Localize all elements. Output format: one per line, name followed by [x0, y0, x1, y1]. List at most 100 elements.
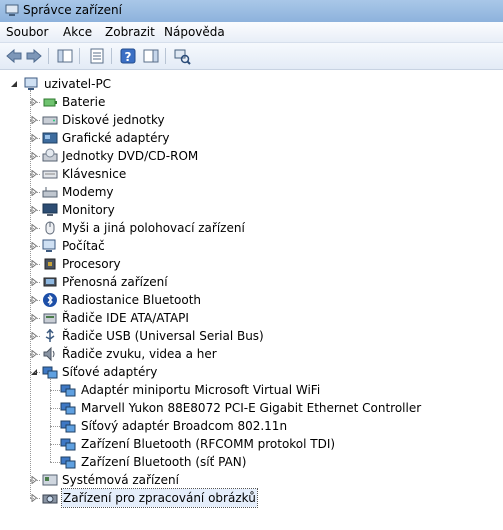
device-tree[interactable]: uzivatel-PC Baterie Diskové jednotky Grafic…: [0, 70, 503, 530]
network-adapter-icon: [60, 420, 76, 433]
display-adapter-icon: [42, 132, 58, 144]
computer-icon: [24, 77, 38, 90]
network-adapter-icon: [60, 384, 76, 397]
tree-connector: [30, 282, 40, 283]
scan-hardware-icon[interactable]: [173, 47, 191, 65]
tree-item-category[interactable]: Řadiče IDE ATA/ATAPI: [0, 309, 503, 327]
tree-item-label: Baterie: [62, 95, 106, 109]
tree-item-label: Grafické adaptéry: [62, 131, 170, 145]
tree-item-label: Radiostanice Bluetooth: [62, 293, 202, 307]
network-adapter-icon: [60, 402, 76, 415]
show-hide-console-tree-icon[interactable]: [56, 47, 74, 65]
tree-connector: [30, 192, 40, 193]
keyboard-icon: [42, 170, 58, 179]
processor-icon: [44, 258, 56, 270]
tree-item-label: Adaptér miniportu Microsoft Virtual WiFi: [81, 383, 321, 397]
tree-item-category[interactable]: Přenosná zařízení: [0, 273, 503, 291]
tree-item-label: Přenosná zařízení: [62, 275, 168, 289]
tree-item-category[interactable]: Jednotky DVD/CD-ROM: [0, 147, 503, 165]
tree-item-label: uzivatel-PC: [44, 77, 112, 91]
tree-connector: [30, 336, 40, 337]
tree-item-category[interactable]: Diskové jednotky: [0, 111, 503, 129]
tree-item-label: Počítač: [62, 239, 105, 253]
tree-connector: [50, 426, 60, 427]
tree-item-label: Klávesnice: [62, 167, 127, 181]
tree-connector: [30, 318, 40, 319]
tree-item-category[interactable]: Radiostanice Bluetooth: [0, 291, 503, 309]
tree-item-category[interactable]: Systémová zařízení: [0, 471, 503, 489]
tree-item-label: Zařízení pro zpracování obrázků: [61, 488, 258, 508]
modem-icon: [42, 187, 58, 198]
tree-item-category[interactable]: Procesory: [0, 255, 503, 273]
system-device-icon: [42, 474, 58, 486]
tree-item-device[interactable]: Síťový adaptér Broadcom 802.11n: [0, 417, 503, 435]
bluetooth-icon: [43, 293, 57, 307]
usb-controller-icon: [45, 328, 55, 342]
tree-connector: [30, 138, 40, 139]
tree-item-category[interactable]: Klávesnice: [0, 165, 503, 183]
tree-item-category[interactable]: Modemy: [0, 183, 503, 201]
imaging-device-icon: [42, 494, 58, 504]
tree-item-category[interactable]: Monitory: [0, 201, 503, 219]
device-manager-icon: [5, 4, 19, 16]
tree-item-category[interactable]: Grafické adaptéry: [0, 129, 503, 147]
tree-connector: [50, 408, 60, 409]
disk-drive-icon: [42, 116, 58, 125]
ide-controller-icon: [43, 313, 57, 324]
forward-icon[interactable]: [25, 47, 43, 65]
portable-device-icon: [43, 277, 57, 287]
network-adapter-icon: [60, 438, 76, 451]
tree-item-label: Systémová zařízení: [62, 473, 179, 487]
tree-connector: [30, 210, 40, 211]
menu-zobrazit[interactable]: Zobrazit: [105, 25, 155, 39]
properties-icon[interactable]: [88, 47, 106, 65]
tree-item-label: Zařízení Bluetooth (síť PAN): [81, 455, 247, 469]
tree-item-category[interactable]: Počítač: [0, 237, 503, 255]
tree-connector: [30, 120, 40, 121]
tree-connector: [30, 264, 40, 265]
tree-connector: [50, 378, 51, 462]
tree-item-label: Zařízení Bluetooth (RFCOMM protokol TDI): [81, 437, 336, 451]
tree-root[interactable]: uzivatel-PC: [0, 75, 503, 93]
tree-item-device[interactable]: Zařízení Bluetooth (RFCOMM protokol TDI): [0, 435, 503, 453]
tree-item-category[interactable]: Zařízení pro zpracování obrázků: [0, 488, 503, 508]
tree-item-category[interactable]: Síťové adaptéry: [0, 363, 503, 381]
dvd-drive-icon: [42, 148, 58, 162]
tree-connector: [30, 372, 40, 373]
tree-item-label: Procesory: [62, 257, 121, 271]
tree-connector: [50, 462, 60, 463]
back-icon[interactable]: [5, 47, 23, 65]
tree-connector: [30, 480, 40, 481]
tree-connector: [30, 300, 40, 301]
computer-icon: [42, 239, 56, 252]
menu-akce[interactable]: Akce: [63, 25, 92, 39]
tree-item-device[interactable]: Marvell Yukon 88E8072 PCI-E Gigabit Ethe…: [0, 399, 503, 417]
tree-connector: [50, 390, 60, 391]
menu-soubor[interactable]: Soubor: [6, 25, 48, 39]
tree-connector: [30, 102, 40, 103]
tree-item-category[interactable]: Řadiče zvuku, videa a her: [0, 345, 503, 363]
help-icon[interactable]: ?: [119, 47, 137, 65]
collapse-arrow-icon[interactable]: [10, 80, 18, 88]
toolbar: ?: [0, 43, 503, 70]
tree-connector: [30, 498, 40, 499]
tree-connector: [30, 228, 40, 229]
mouse-icon: [45, 221, 55, 235]
menu-napoveda[interactable]: Nápověda: [164, 25, 225, 39]
tree-item-label: Síťové adaptéry: [62, 365, 158, 379]
battery-icon: [43, 98, 57, 107]
tree-item-device[interactable]: Zařízení Bluetooth (síť PAN): [0, 453, 503, 471]
tree-item-category[interactable]: Myši a jiná polohovací zařízení: [0, 219, 503, 237]
tree-item-label: Síťový adaptér Broadcom 802.11n: [81, 419, 288, 433]
action-pane-icon[interactable]: [142, 47, 160, 65]
tree-item-category[interactable]: Baterie: [0, 93, 503, 111]
tree-connector: [30, 246, 40, 247]
tree-item-label: Jednotky DVD/CD-ROM: [62, 149, 199, 163]
tree-item-category[interactable]: Řadiče USB (Universal Serial Bus): [0, 327, 503, 345]
tree-connector: [50, 444, 60, 445]
sound-icon: [43, 346, 55, 362]
tree-item-label: Monitory: [62, 203, 115, 217]
tree-item-label: Myši a jiná polohovací zařízení: [62, 221, 245, 235]
tree-item-device[interactable]: Adaptér miniportu Microsoft Virtual WiFi: [0, 381, 503, 399]
tree-item-label: Řadiče USB (Universal Serial Bus): [62, 329, 264, 343]
